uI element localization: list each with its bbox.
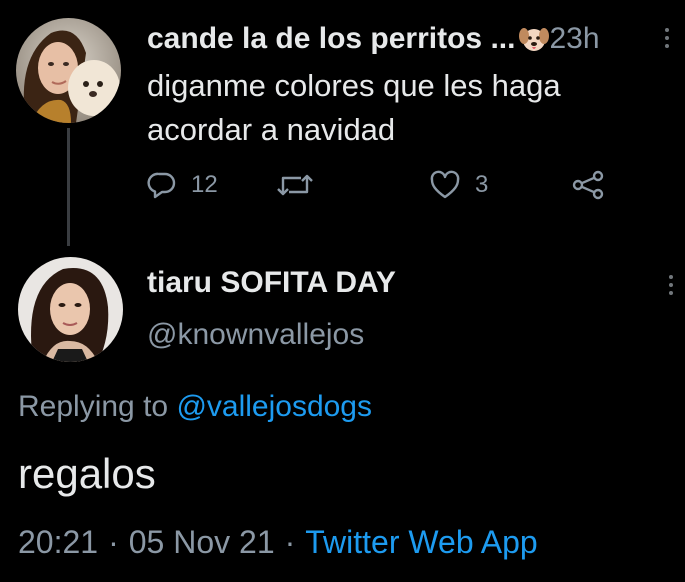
thread-connector-line (67, 128, 70, 246)
reply-date[interactable]: 05 Nov 21 (129, 524, 275, 560)
separator-dot: · (108, 524, 119, 560)
tweet-author-name[interactable]: cande la de los perritos ... (147, 22, 515, 56)
replying-to-line: Replying to @vallejosdogs (18, 390, 372, 424)
reply-author-name[interactable]: tiaru SOFITA DAY (147, 266, 396, 300)
replying-to-label: Replying to (18, 390, 177, 423)
avatar-photo (16, 18, 121, 123)
tweet-body: diganme colores que les haga acordar a n… (147, 64, 667, 152)
tweet-text-line: acordar a navidad (147, 112, 396, 147)
reply-icon (147, 170, 177, 200)
reply-metadata: 20:21 · 05 Nov 21 · Twitter Web App (18, 524, 538, 561)
share-icon (571, 170, 605, 200)
reply-button[interactable]: 12 (147, 170, 218, 200)
replying-to-mention-link[interactable]: @vallejosdogs (176, 390, 372, 423)
tweet-text-line: diganme colores que les haga (147, 68, 561, 103)
separator-dot: · (284, 524, 296, 560)
more-options-icon[interactable] (668, 275, 674, 295)
avatar-photo (18, 257, 123, 362)
tweet-action-bar: 12 3 (147, 170, 617, 210)
like-icon (429, 170, 461, 200)
tweet-header: cande la de los perritos ... 23h (147, 22, 600, 56)
share-button[interactable] (571, 170, 605, 200)
more-options-icon[interactable] (664, 28, 670, 48)
reply-author-handle[interactable]: @knownvallejos (147, 318, 364, 352)
retweet-button[interactable] (275, 170, 315, 200)
reply-count: 12 (191, 171, 218, 198)
dog-face-emoji-icon (519, 24, 550, 54)
tweet-author-avatar[interactable] (16, 18, 121, 123)
retweet-icon (275, 170, 315, 200)
tweet-timestamp[interactable]: 23h (549, 22, 599, 56)
reply-body: regalos (18, 450, 156, 497)
like-button[interactable]: 3 (429, 170, 488, 200)
reply-source-link[interactable]: Twitter Web App (305, 524, 537, 560)
reply-author-avatar[interactable] (18, 257, 123, 362)
like-count: 3 (475, 171, 489, 198)
reply-time[interactable]: 20:21 (18, 524, 98, 560)
